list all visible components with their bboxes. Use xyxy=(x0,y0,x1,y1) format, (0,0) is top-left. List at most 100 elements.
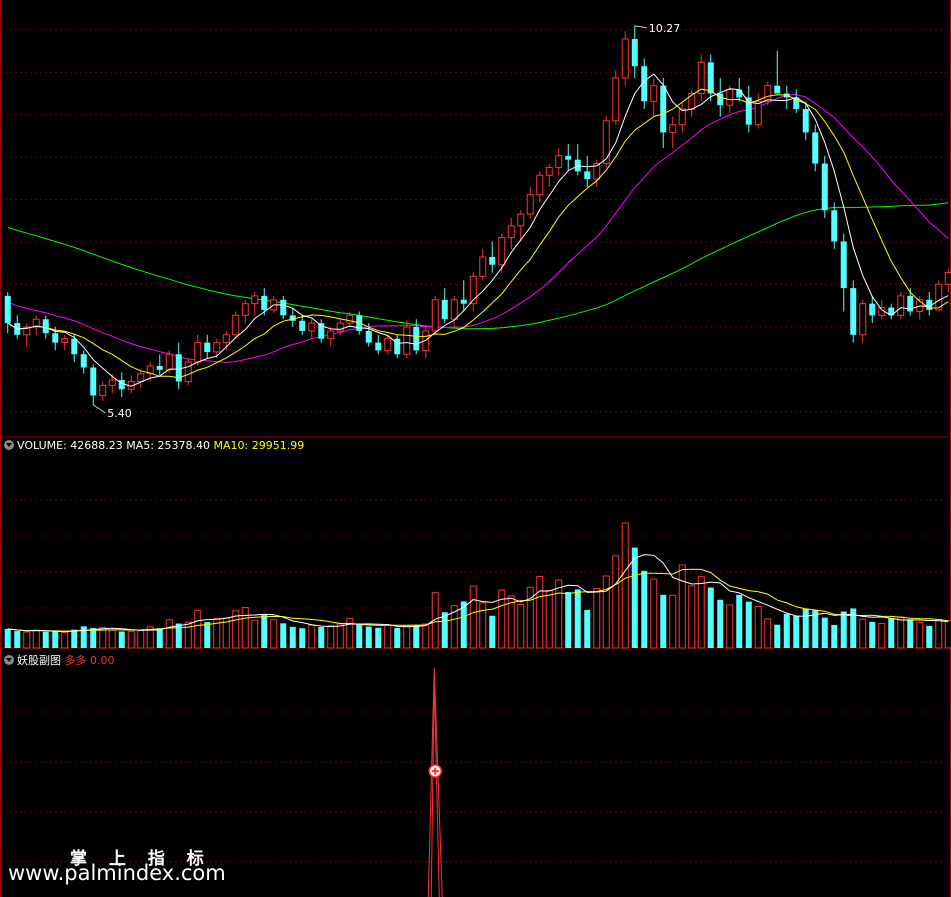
candle-body-up xyxy=(612,77,620,122)
volume-bar-up xyxy=(545,590,553,649)
candle-body-down xyxy=(4,295,11,324)
volume-bar-up xyxy=(327,625,335,649)
volume-bar-down xyxy=(888,618,895,648)
candle-body-up xyxy=(222,334,230,344)
volume-bar-down xyxy=(118,631,125,648)
volume-bar-up xyxy=(697,576,705,649)
volume-bar-down xyxy=(707,587,714,648)
candle-body-down xyxy=(802,109,809,133)
volume-bar-up xyxy=(184,621,192,649)
panel-menu-icon[interactable] xyxy=(4,440,14,450)
candle-body-up xyxy=(137,373,145,383)
candle-body-up xyxy=(650,85,658,102)
candle-body-down xyxy=(707,62,714,94)
candle-body-down xyxy=(42,319,49,334)
candle-body-up xyxy=(526,194,534,215)
candle-body-up xyxy=(621,38,629,79)
volume-bar-up xyxy=(270,619,278,649)
volume-bar-down xyxy=(736,594,743,648)
candle-body-down xyxy=(441,299,448,320)
annotation-leader xyxy=(634,25,647,29)
volume-bar-down xyxy=(52,631,59,648)
indicator-series-value: 0.00 xyxy=(90,654,115,667)
price-ma10-line xyxy=(7,88,949,379)
candle-body-up xyxy=(450,299,458,320)
volume-bar-up xyxy=(944,620,951,649)
candle-body-down xyxy=(840,241,847,289)
candle-body-up xyxy=(897,295,905,316)
high-price-label: 10.27 xyxy=(649,22,681,35)
volume-bar-up xyxy=(422,623,430,649)
indicator-name: 妖股副图 xyxy=(17,654,61,667)
candle-body-up xyxy=(944,272,951,285)
candle-body-up xyxy=(536,174,544,196)
volume-bar-down xyxy=(365,626,372,648)
volume-bar-up xyxy=(384,624,392,649)
panel-menu-icon[interactable] xyxy=(4,655,14,665)
volume-bar-down xyxy=(289,626,296,648)
volume-bar-down xyxy=(280,623,287,648)
volume-bar-down xyxy=(204,622,211,648)
indicator-series-label: 多多 xyxy=(64,654,87,667)
volume-bar-down xyxy=(783,613,790,648)
volume-bar-up xyxy=(194,609,202,649)
volume-bar-down xyxy=(926,625,933,648)
volume-bar-up xyxy=(403,625,411,649)
candle-body-up xyxy=(555,155,563,168)
candle-body-down xyxy=(204,342,211,352)
candle-body-up xyxy=(251,295,259,305)
candle-body-down xyxy=(821,163,828,211)
volume-bar-up xyxy=(32,629,40,649)
volume-bar-up xyxy=(678,564,686,649)
volume-bar-down xyxy=(660,594,667,648)
volume-bar-up xyxy=(612,555,620,649)
volume-bar-down xyxy=(802,608,809,648)
watermark-url: www.palmindex.com xyxy=(8,861,226,885)
price-ma60-group xyxy=(7,202,949,330)
low-price-label: 5.40 xyxy=(107,407,132,420)
candle-body-down xyxy=(850,288,857,335)
volume-bar-down xyxy=(413,625,420,648)
candle-body-down xyxy=(299,320,306,331)
volume-bar-down xyxy=(812,610,819,648)
volume-bar-down xyxy=(565,592,572,648)
candle-body-down xyxy=(365,330,372,343)
volume-bar-down xyxy=(261,615,268,648)
volume-bar-up xyxy=(536,575,544,649)
candle-body-down xyxy=(280,299,287,316)
volume-ma5-value: 25378.40 xyxy=(157,439,211,452)
volume-bar-down xyxy=(71,629,78,648)
candle-body-down xyxy=(90,367,97,396)
candle-body-up xyxy=(384,338,392,351)
volume-bar-up xyxy=(602,575,610,649)
volume-bar-up xyxy=(336,623,344,649)
candle-body-up xyxy=(194,342,202,363)
volume-bar-up xyxy=(127,630,135,649)
candle-body-up xyxy=(479,256,487,277)
candle-body-up xyxy=(165,353,173,371)
volume-bar-up xyxy=(517,603,525,649)
volume-value: 42688.23 xyxy=(70,439,123,452)
candle-body-up xyxy=(403,326,411,355)
candle-body-up xyxy=(108,379,116,386)
candle-body-up xyxy=(431,299,439,332)
volume-bar-down xyxy=(907,619,914,648)
volume-bar-down xyxy=(717,599,724,648)
candle-body-up xyxy=(308,322,316,332)
candle-body-down xyxy=(375,342,382,351)
volume-bar-down xyxy=(375,627,382,648)
volume-bar-up xyxy=(137,630,145,649)
volume-header: VOLUME: 42688.23 MA5: 25378.40 MA10: 299… xyxy=(4,439,304,452)
volume-bar-down xyxy=(80,626,87,648)
candle-body-up xyxy=(678,108,686,126)
volume-bar-down xyxy=(299,628,306,648)
volume-bar-up xyxy=(650,578,658,649)
volume-bar-up xyxy=(726,604,734,649)
candle-body-down xyxy=(584,171,591,180)
candle-body-down xyxy=(52,333,59,343)
volume-bar-down xyxy=(574,589,581,648)
candle-body-up xyxy=(232,314,240,336)
volume-bar-down xyxy=(831,624,838,648)
volume-bar-down xyxy=(821,617,828,648)
volume-bar-down xyxy=(631,547,638,648)
